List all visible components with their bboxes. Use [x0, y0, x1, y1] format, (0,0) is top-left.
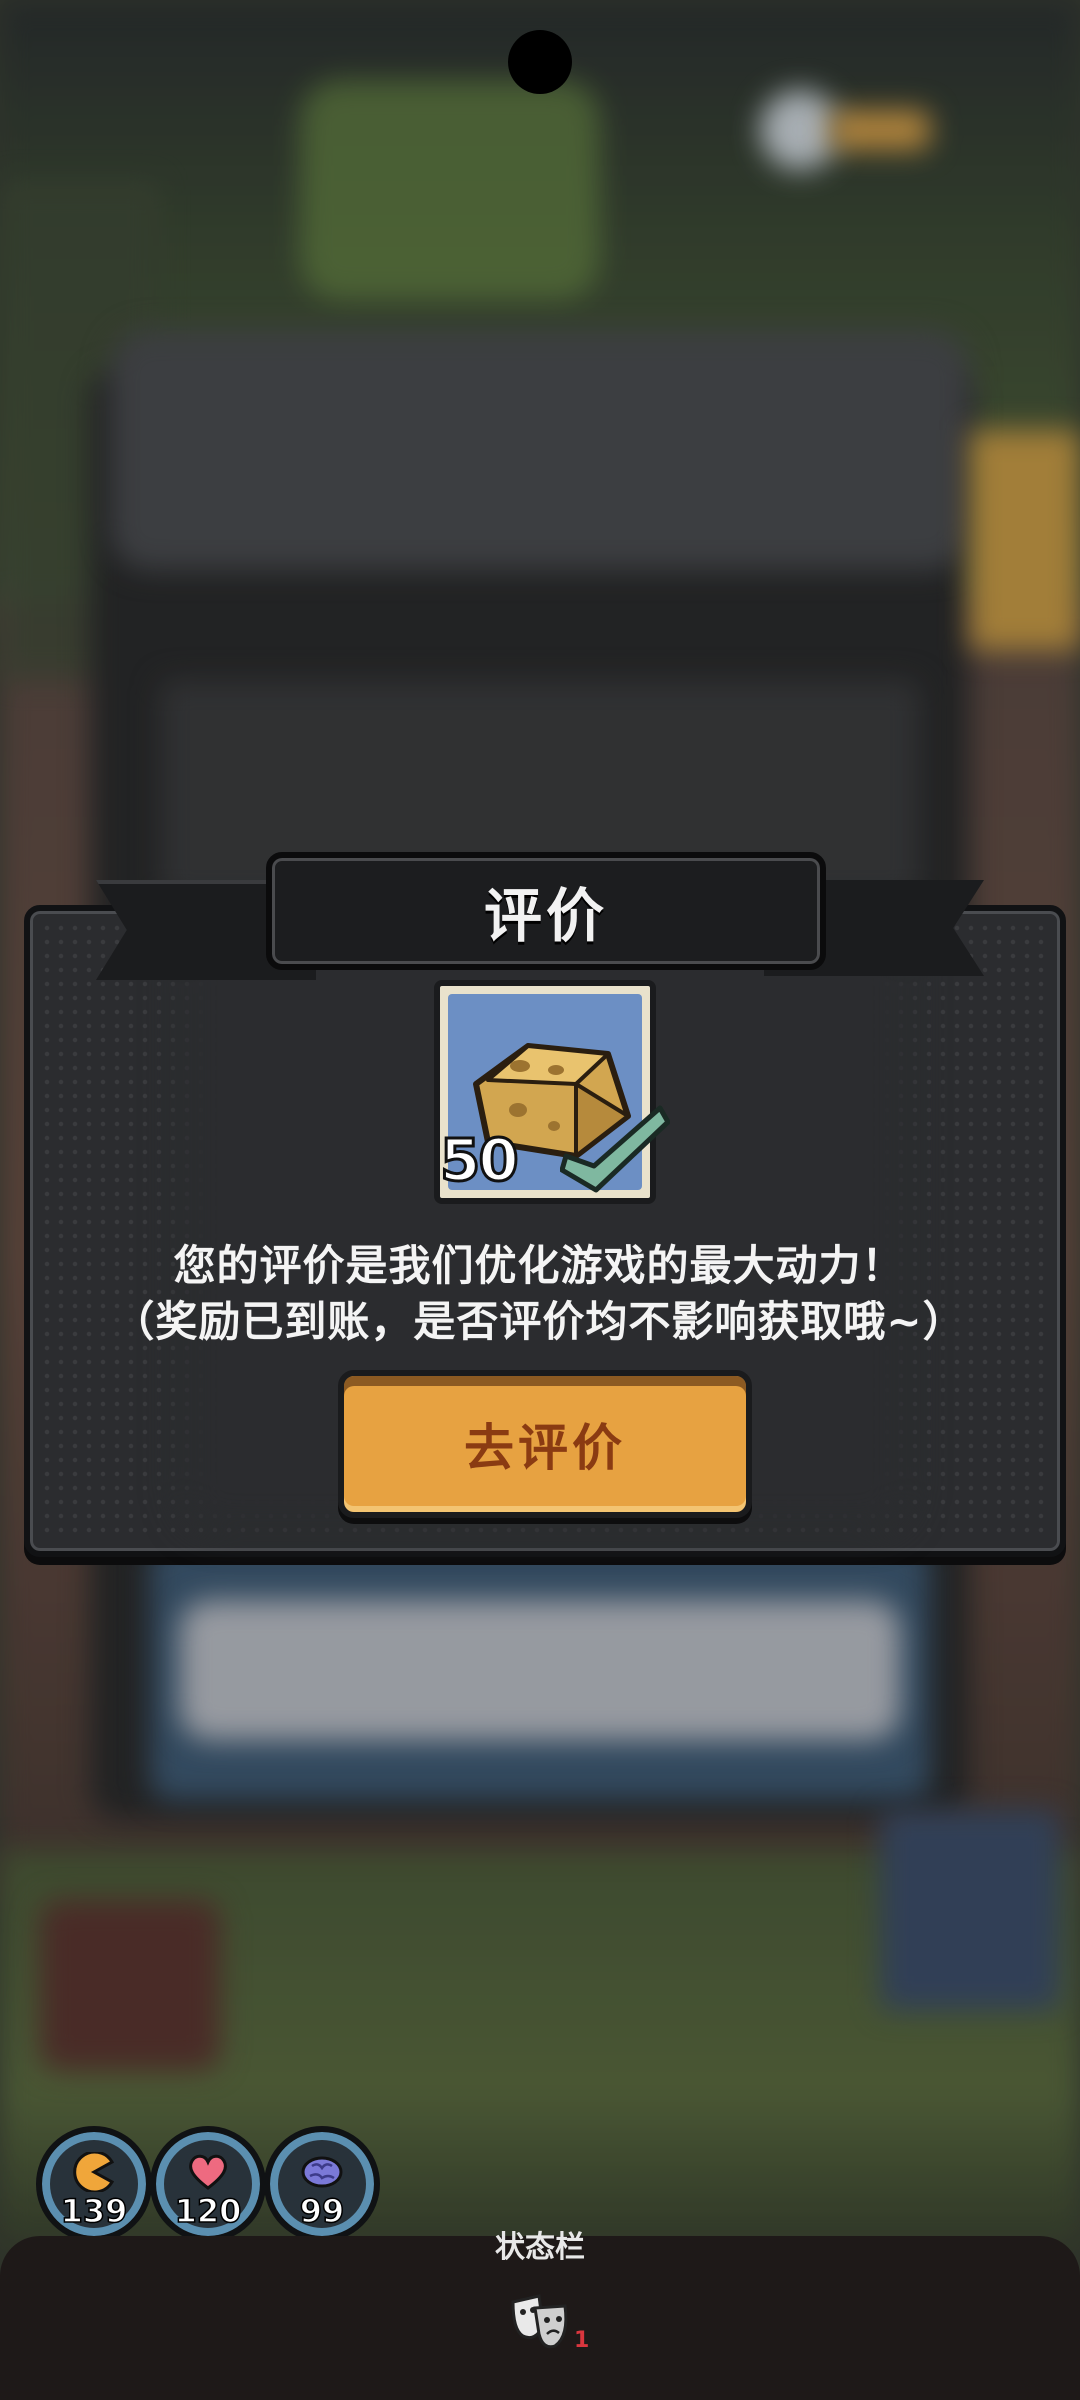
reward-note: （奖励已到账，是否评价均不影响获取哦~） [112, 1297, 966, 1346]
dialog-title: 评价 [483, 882, 608, 950]
go-rate-button-label: 去评价 [464, 1419, 626, 1477]
brain-icon [301, 2156, 343, 2188]
camera-cutout [508, 30, 572, 94]
claimed-check-icon [560, 1105, 670, 1193]
go-rate-button[interactable]: 去评价 [338, 1370, 752, 1518]
heart-icon [189, 2154, 227, 2190]
hunger-icon [73, 2152, 115, 2192]
rating-message: 您的评价是我们优化游戏的最大动力！ [173, 1241, 905, 1290]
status-bar-title: 状态栏 [495, 2230, 585, 2265]
reward-quantity: 50 [439, 1125, 521, 1196]
masks-count-badge: 1 [574, 2328, 590, 2353]
theater-masks-icon[interactable] [505, 2286, 575, 2356]
dialog-title-plate: 评价 [266, 852, 826, 970]
